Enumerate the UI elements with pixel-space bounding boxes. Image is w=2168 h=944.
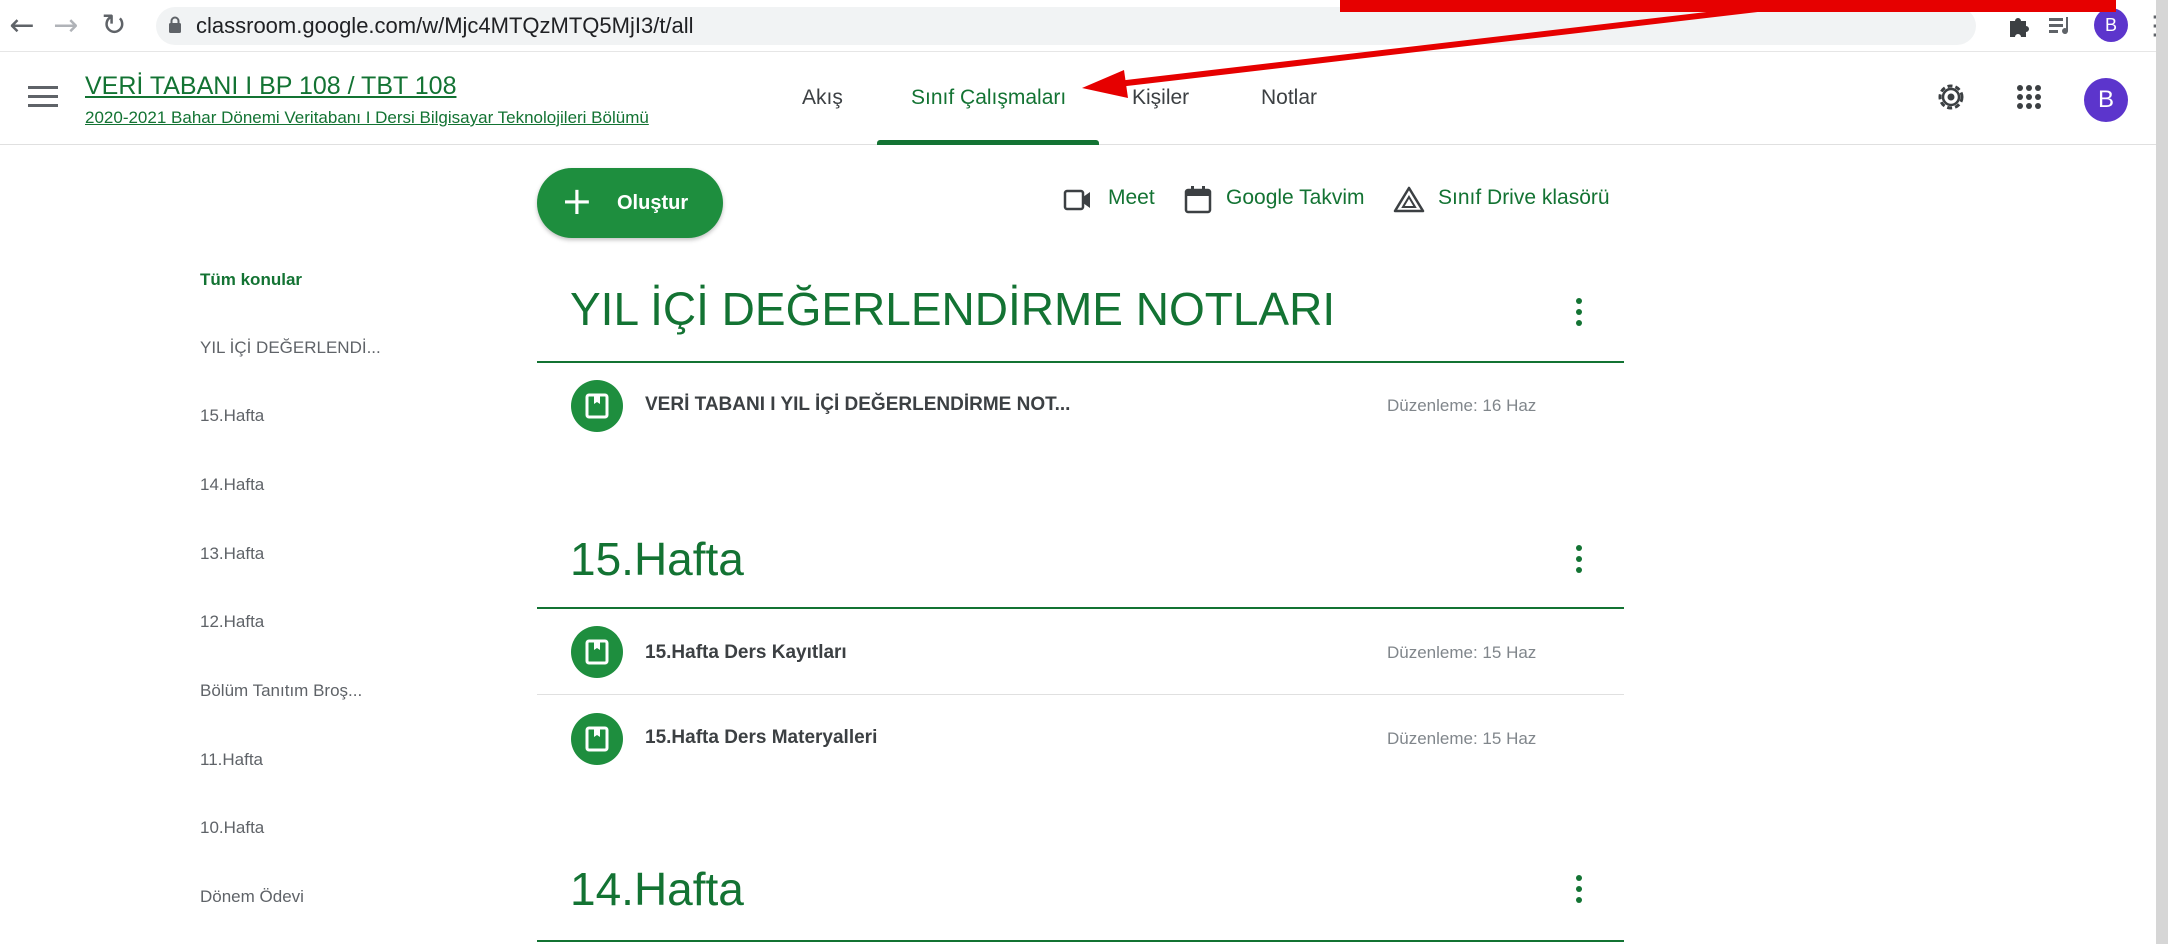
sidebar-item-14-hafta[interactable]: 14.Hafta xyxy=(200,475,264,495)
drive-icon xyxy=(1393,186,1425,213)
meet-link[interactable]: Meet xyxy=(1062,184,1162,216)
create-button[interactable]: + Oluştur xyxy=(537,168,723,238)
material-icon xyxy=(571,713,623,765)
sidebar-item-brosur[interactable]: Bölüm Tanıtım Broş... xyxy=(200,681,362,701)
topic-divider xyxy=(537,940,1624,942)
annotation-arrow xyxy=(1082,1,1801,98)
item-title: 15.Hafta Ders Kayıtları xyxy=(645,642,847,663)
video-camera-icon xyxy=(1063,189,1090,211)
sidebar-item-13-hafta[interactable]: 13.Hafta xyxy=(200,544,264,564)
sidebar-item-15-hafta[interactable]: 15.Hafta xyxy=(200,406,264,426)
drive-label: Sınıf Drive klasörü xyxy=(1438,186,1610,209)
topic-title-15-hafta: 15.Hafta xyxy=(570,533,744,585)
item-title: 15.Hafta Ders Materyalleri xyxy=(645,727,878,748)
item-date: Düzenleme: 15 Haz xyxy=(1387,643,1537,662)
list-item[interactable]: 15.Hafta Ders Materyalleri Düzenleme: 15… xyxy=(537,696,1624,782)
material-icon xyxy=(571,380,623,432)
topic-more-options-icon[interactable] xyxy=(1572,545,1586,579)
topics-sidebar: Tüm konular YIL İÇİ DEĞERLENDİ... 15.Haf… xyxy=(0,146,520,944)
sidebar-item-yil-ici[interactable]: YIL İÇİ DEĞERLENDİ... xyxy=(200,338,381,358)
sidebar-item-10-hafta[interactable]: 10.Hafta xyxy=(200,818,264,838)
meet-label: Meet xyxy=(1108,186,1155,209)
calendar-link[interactable]: Google Takvim xyxy=(1182,184,1382,216)
sidebar-item-11-hafta[interactable]: 11.Hafta xyxy=(200,750,263,770)
create-button-label: Oluştur xyxy=(617,192,689,214)
item-title: VERİ TABANI I YIL İÇİ DEĞERLENDİRME NOT.… xyxy=(645,394,1071,415)
screenshot-frame: ← → ↻ classroom.google.com/w/Mjc4MTQzMTQ… xyxy=(0,0,2156,944)
list-item[interactable]: VERİ TABANI I YIL İÇİ DEĞERLENDİRME NOT.… xyxy=(537,363,1624,449)
sidebar-item-12-hafta[interactable]: 12.Hafta xyxy=(200,612,264,632)
plus-icon: + xyxy=(561,179,593,223)
item-date: Düzenleme: 15 Haz xyxy=(1387,729,1537,748)
topic-more-options-icon[interactable] xyxy=(1572,875,1586,909)
item-date: Düzenleme: 16 Haz xyxy=(1387,396,1537,415)
topic-more-options-icon[interactable] xyxy=(1572,298,1586,332)
calendar-icon xyxy=(1184,186,1212,214)
drive-folder-link[interactable]: Sınıf Drive klasörü xyxy=(1392,184,1622,216)
sidebar-item-donem-odevi[interactable]: Dönem Ödevi xyxy=(200,887,304,907)
topic-title-14-hafta: 14.Hafta xyxy=(570,863,744,915)
calendar-label: Google Takvim xyxy=(1226,186,1365,209)
topic-title-yil-ici: YIL İÇİ DEĞERLENDİRME NOTLARI xyxy=(570,283,1336,335)
material-icon xyxy=(571,626,623,678)
sidebar-item-all-topics[interactable]: Tüm konular xyxy=(200,270,302,290)
list-item[interactable]: 15.Hafta Ders Kayıtları Düzenleme: 15 Ha… xyxy=(537,609,1624,695)
screen-edge xyxy=(2156,0,2168,944)
